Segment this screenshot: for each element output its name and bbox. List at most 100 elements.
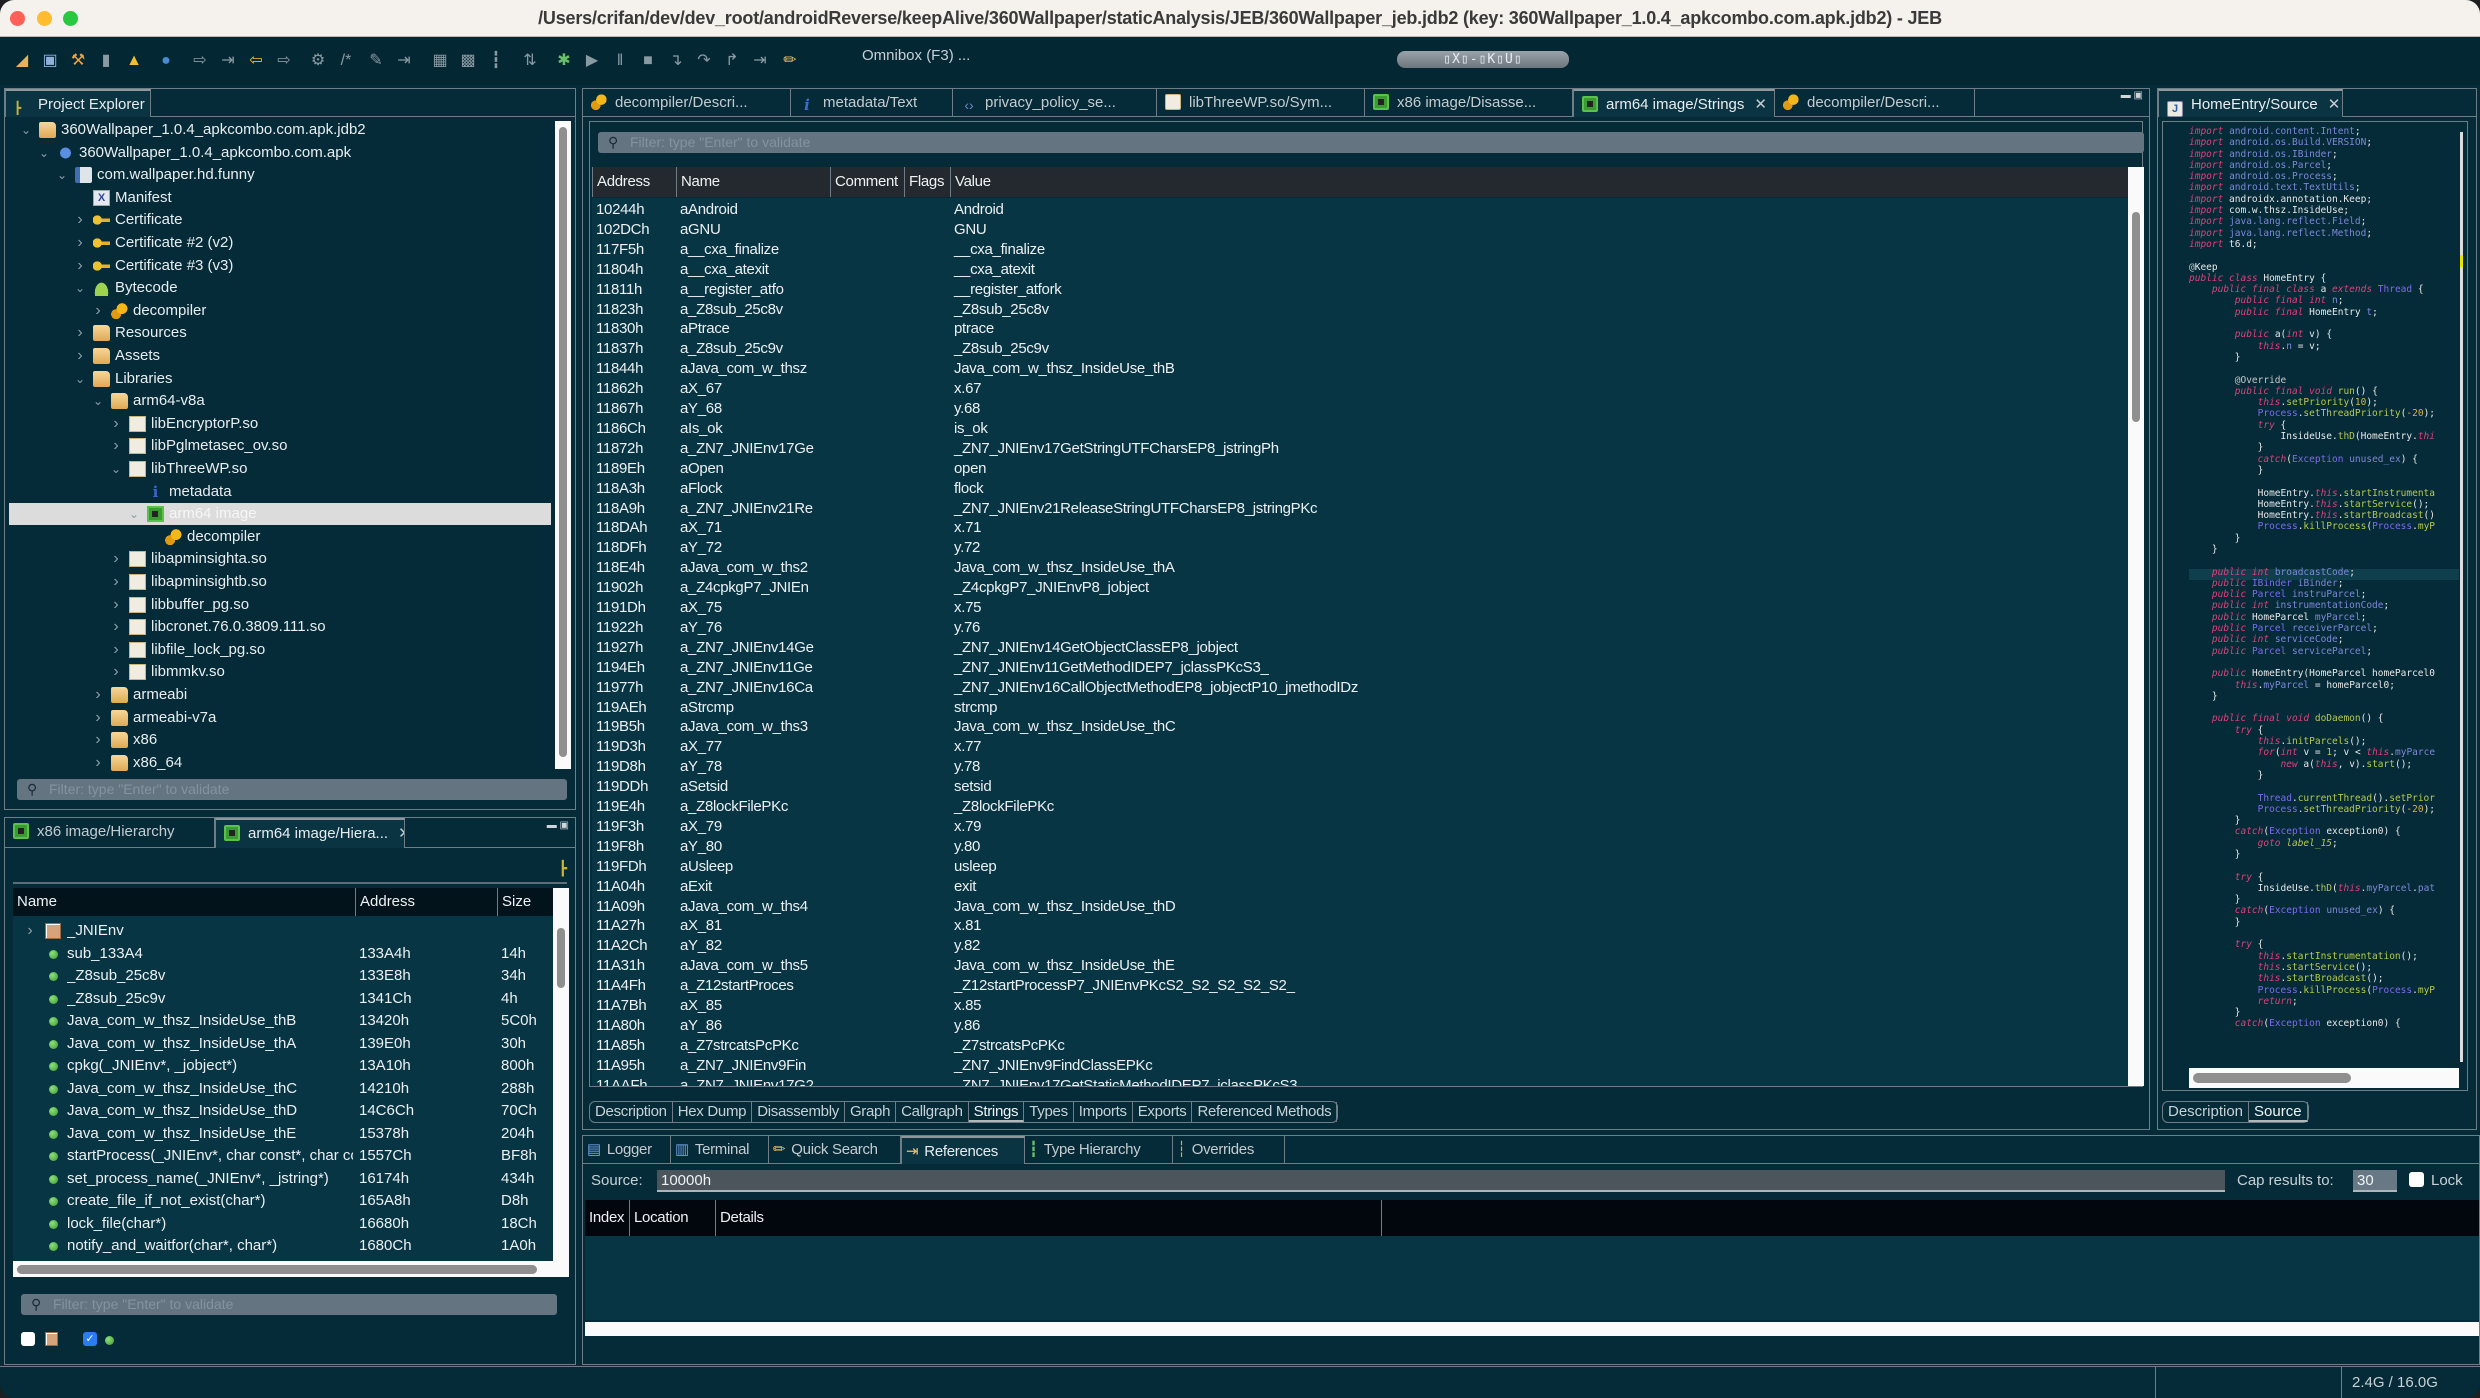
tab-editor-5[interactable]: arm64 image/Strings ✕ xyxy=(1573,89,1775,117)
table-row[interactable]: 11837h a_Z8sub_25c9v _Z8sub_25c9v xyxy=(592,339,2128,359)
table-row[interactable]: 11A4Fh a_Z12startProces _Z12startProcessP7… xyxy=(592,976,2128,996)
column-header-address[interactable]: Address xyxy=(355,888,415,916)
table-row[interactable]: 11922h aY_76 y.76 xyxy=(592,618,2128,638)
table-row[interactable]: _Z8sub_25c9v 1341Ch 4h xyxy=(13,988,553,1010)
chevron-right-icon[interactable]: › xyxy=(73,345,87,367)
wrench-icon[interactable]: ⚒ xyxy=(68,51,88,71)
table-row[interactable]: 119AEh aStrcmp strcmp xyxy=(592,698,2128,718)
tree-item[interactable]: ⌄ 360Wallpaper_1.0.4_apkcombo.com.apk.jdb… xyxy=(9,119,551,141)
tab-type-hierarchy[interactable]: ┇ Type Hierarchy xyxy=(1025,1136,1173,1164)
brush-icon[interactable]: ✏ xyxy=(780,51,800,71)
structure-icon[interactable]: ▦ xyxy=(430,51,450,71)
view-tab-callgraph[interactable]: Callgraph xyxy=(896,1102,969,1122)
chevron-right-icon[interactable]: › xyxy=(109,548,123,570)
strings-filter-input[interactable]: ⚲ Filter: type "Enter" to validate xyxy=(598,132,2144,153)
jump-to-icon[interactable]: ⇨ xyxy=(190,51,210,71)
table-row[interactable]: 119B5h aJava_com_w_ths3 Java_com_w_thsz_In… xyxy=(592,717,2128,737)
table-row[interactable]: cpkg(_JNIEnv*, _jobject*) 13A10h 800h xyxy=(13,1055,553,1077)
table-row[interactable]: Java_com_w_thsz_InsideUse_thD 14C6Ch 70Ch xyxy=(13,1100,553,1122)
chevron-right-icon[interactable]: › xyxy=(109,661,123,683)
hierarchy-vscroll-thumb[interactable] xyxy=(557,928,565,988)
view-tab-strings[interactable]: Strings xyxy=(968,1102,1025,1122)
show-classes-checkbox[interactable] xyxy=(21,1332,35,1346)
table-row[interactable]: 11862h aX_67 x.67 xyxy=(592,379,2128,399)
cap-results-input[interactable]: 30 xyxy=(2353,1170,2397,1192)
step-into-icon[interactable]: ↴ xyxy=(666,51,686,71)
navigate-icon[interactable]: ⇥ xyxy=(218,51,238,71)
tree-icon[interactable]: ┇ xyxy=(486,51,506,71)
chevron-right-icon[interactable]: › xyxy=(109,616,123,638)
table-row[interactable]: 11872h a_ZN7_JNIEnv17Ge _ZN7_JNIEnv17GetSt… xyxy=(592,439,2128,459)
tree-item[interactable]: › Assets xyxy=(9,345,551,367)
source-vscrollbar[interactable] xyxy=(2460,132,2463,1062)
chevron-down-icon[interactable]: ⌄ xyxy=(55,164,69,186)
export-icon[interactable]: ⇥ xyxy=(394,51,414,71)
tab-editor-4[interactable]: x86 image/Disasse... xyxy=(1365,89,1573,117)
chevron-right-icon[interactable]: › xyxy=(91,300,105,322)
table-row[interactable]: 118E4h aJava_com_w_ths2 Java_com_w_thsz_In… xyxy=(592,558,2128,578)
table-row[interactable]: notify_and_waitfor(char*, char*) 1680Ch 1A… xyxy=(13,1235,553,1257)
xref-icon[interactable]: ⚙ xyxy=(308,51,328,71)
tree-item[interactable]: decompiler xyxy=(9,526,551,548)
chevron-right-icon[interactable]: › xyxy=(109,413,123,435)
view-tab-hex-dump[interactable]: Hex Dump xyxy=(673,1102,753,1122)
tree-item[interactable]: › decompiler xyxy=(9,300,551,322)
chevron-down-icon[interactable]: ⌄ xyxy=(37,142,51,164)
chevron-down-icon[interactable]: ⌄ xyxy=(127,503,141,525)
tree-item[interactable]: › libapminsighta.so xyxy=(9,548,551,570)
tree-item[interactable]: › Resources xyxy=(9,322,551,344)
tree-item[interactable]: ⌄ arm64 image xyxy=(9,503,551,526)
chevron-right-icon[interactable]: › xyxy=(91,752,105,771)
tree-scrollbar-thumb[interactable] xyxy=(559,127,567,757)
tree-item[interactable]: › libfile_lock_pg.so xyxy=(9,639,551,661)
tree-item[interactable]: › libbuffer_pg.so xyxy=(9,594,551,616)
column-header-address[interactable]: Address xyxy=(592,167,650,197)
step-over-icon[interactable]: ↷ xyxy=(694,51,714,71)
editor-minimize-maximize-icon[interactable]: ▬ ▣ xyxy=(2121,90,2143,101)
tree-item[interactable]: › libPglmetasec_ov.so xyxy=(9,435,551,457)
globe-icon[interactable]: ● xyxy=(156,51,176,71)
table-row[interactable]: sub_133A4 133A4h 14h xyxy=(13,943,553,965)
table-row[interactable]: 11A27h aX_81 x.81 xyxy=(592,916,2128,936)
delete-icon[interactable]: ▮ xyxy=(96,51,116,71)
table-row[interactable]: 119DDh aSetsid setsid xyxy=(592,777,2128,797)
view-tab-description[interactable]: Description xyxy=(2163,1102,2250,1122)
strings-vscroll-thumb[interactable] xyxy=(2132,212,2140,422)
sort-icon[interactable]: ⇅ xyxy=(520,51,540,71)
run-to-icon[interactable]: ⇥ xyxy=(750,51,770,71)
hierarchy-filter-input[interactable]: ⚲ Filter: type "Enter" to validate xyxy=(21,1294,557,1315)
view-tab-exports[interactable]: Exports xyxy=(1133,1102,1193,1122)
column-header-name[interactable]: Name xyxy=(13,888,57,916)
pause-icon[interactable]: ‖ xyxy=(610,51,630,71)
view-tab-imports[interactable]: Imports xyxy=(1074,1102,1133,1122)
back-arrow-icon[interactable]: ⇦ xyxy=(246,51,266,71)
table-row[interactable]: 118A3h aFlock flock xyxy=(592,479,2128,499)
column-header-comment[interactable]: Comment xyxy=(830,167,898,197)
minimize-maximize-icon[interactable]: ▬ ▣ xyxy=(547,820,569,831)
puzzle-icon[interactable]: ▩ xyxy=(458,51,478,71)
chevron-right-icon[interactable]: › xyxy=(73,255,87,277)
comment-icon[interactable]: /* xyxy=(336,51,356,71)
tree-item[interactable]: › x86 xyxy=(9,729,551,751)
perspective-switcher[interactable]: ▯X▯-▯K▯U▯ xyxy=(1397,51,1569,68)
tab-project-explorer[interactable]: ┣ Project Explorer xyxy=(5,89,151,117)
column-header-flags[interactable]: Flags xyxy=(904,167,944,197)
view-tab-disassembly[interactable]: Disassembly xyxy=(752,1102,845,1122)
hierarchy-vscrollbar[interactable] xyxy=(553,888,569,1261)
table-row[interactable]: 119D8h aY_78 y.78 xyxy=(592,757,2128,777)
chevron-right-icon[interactable]: › xyxy=(109,639,123,661)
table-row[interactable]: startProcess(_JNIEnv*, char const*, char… xyxy=(13,1145,553,1167)
table-row[interactable]: › _JNIEnv xyxy=(13,920,553,942)
chevron-down-icon[interactable]: ⌄ xyxy=(19,119,33,141)
tree-item[interactable]: ⌄ Bytecode xyxy=(9,277,551,299)
tree-item[interactable]: › armeabi xyxy=(9,684,551,706)
tree-item[interactable]: ⌄ libThreeWP.so xyxy=(9,458,551,480)
table-row[interactable]: 1186Ch aIs_ok is_ok xyxy=(592,419,2128,439)
table-row[interactable]: 119F8h aY_80 y.80 xyxy=(592,837,2128,857)
stop-icon[interactable]: ■ xyxy=(638,51,658,71)
table-row[interactable]: 11AAFh a_ZN7_JNIEnv17G2 _ZN7_JNIEnv17GetSt… xyxy=(592,1076,2128,1086)
column-header-size[interactable]: Size xyxy=(497,888,531,916)
tab-terminal[interactable]: ▥ Terminal xyxy=(671,1136,769,1164)
tree-item[interactable]: › Certificate #3 (v3) xyxy=(9,255,551,277)
table-row[interactable]: 119D3h aX_77 x.77 xyxy=(592,737,2128,757)
